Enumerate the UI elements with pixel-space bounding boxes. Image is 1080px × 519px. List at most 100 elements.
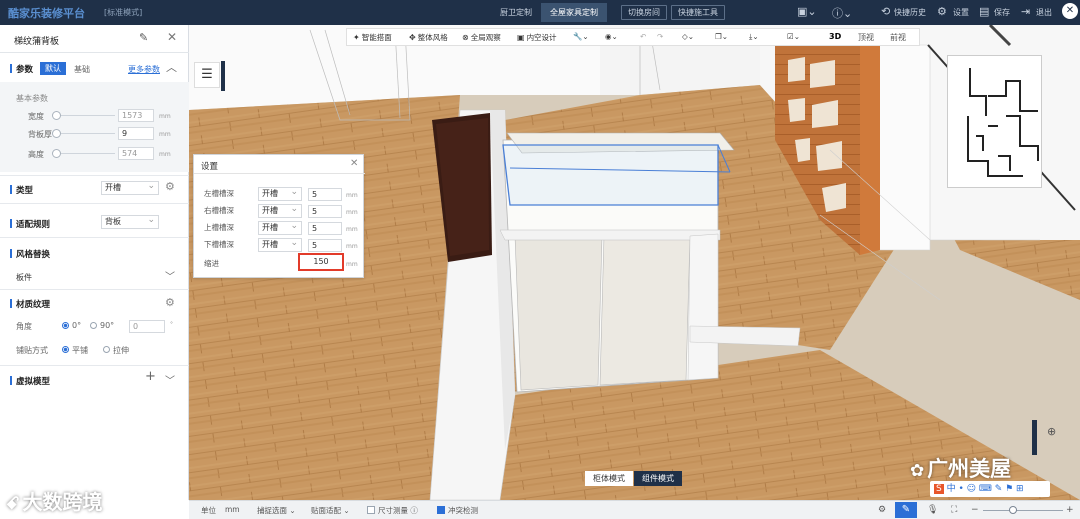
save-icon[interactable]: ▤ — [979, 5, 989, 18]
switch-room-button[interactable]: 切换房间 — [621, 5, 667, 20]
panel-collapse-handle[interactable] — [221, 61, 225, 91]
layer-list-icon[interactable]: ☰ — [194, 62, 220, 88]
tab-front-view[interactable]: 前视 — [890, 32, 906, 43]
angle-field[interactable]: 0 — [129, 320, 165, 333]
top-bar: 酷家乐装修平台 [标准模式] 厨卫定制 全屋家具定制 切换房间 快捷施工具 ▣⌄… — [0, 0, 1080, 25]
height-slider-knob[interactable] — [52, 149, 61, 158]
stretch-label: 拉伸 — [113, 346, 129, 355]
edit-icon[interactable]: ✎ — [139, 31, 148, 44]
stretch-radio[interactable] — [103, 346, 110, 353]
mic-icon[interactable]: 🎙 — [927, 505, 938, 515]
divider — [0, 237, 189, 238]
indent-field[interactable]: 150 — [298, 253, 344, 271]
smart-layout-button[interactable]: ✦ 智能搭面 — [353, 32, 392, 43]
save-label[interactable]: 保存 — [994, 7, 1010, 18]
right-groove-select[interactable]: 开槽 — [258, 203, 302, 218]
fullscreen-icon[interactable]: ⛶ — [951, 505, 957, 515]
settings-small-icon[interactable]: ⚙ — [878, 505, 886, 515]
wechat-icon: ✿ — [910, 461, 925, 481]
app-mode: [标准模式] — [104, 8, 143, 17]
thickness-field[interactable]: 9 — [118, 127, 154, 140]
minimap[interactable] — [947, 55, 1042, 188]
tab-top-view[interactable]: 顶视 — [858, 32, 874, 43]
bottom-groove-select[interactable]: 开槽 — [258, 237, 302, 252]
advanced-params-link[interactable]: 更多参数 — [128, 64, 160, 75]
tile-radio[interactable] — [62, 346, 69, 353]
unit-value[interactable]: mm — [225, 505, 240, 514]
zoom-fit-icon[interactable]: ⊕ — [1047, 425, 1056, 438]
collision-checkbox — [437, 506, 445, 514]
top-groove-select[interactable]: 开槽 — [258, 220, 302, 235]
close-panel-icon[interactable]: ✕ — [167, 30, 177, 44]
redo-icon[interactable]: ↷ — [657, 32, 663, 41]
history-label[interactable]: 快捷历史 — [894, 7, 926, 18]
overall-style-button[interactable]: ✥ 整体风格 — [409, 32, 448, 43]
thickness-unit: mm — [159, 131, 171, 138]
type-settings-icon[interactable]: ⚙ — [165, 180, 175, 193]
tab-kitchen-bath[interactable]: 厨卫定制 — [491, 3, 541, 22]
width-slider[interactable] — [61, 115, 115, 116]
help-icon[interactable]: ⓘ⌄ — [832, 5, 852, 21]
thickness-slider[interactable] — [61, 133, 115, 134]
save-menu-icon[interactable]: ▣⌄ — [797, 5, 817, 18]
tab-3d[interactable]: 3D — [829, 32, 841, 41]
width-field[interactable]: 1573 — [118, 109, 154, 122]
match-rule-select[interactable]: 背板 — [101, 214, 159, 229]
tools-menu-icon[interactable]: 🔧⌄ — [573, 32, 589, 41]
snap-select[interactable]: 捕捉选面 ⌄ — [257, 505, 296, 516]
pen-tool-icon[interactable]: ✎ — [895, 502, 917, 518]
chevron-down-icon[interactable]: ﹀ — [165, 268, 175, 283]
top-groove-field[interactable]: 5 — [308, 222, 342, 235]
history-icon[interactable]: ⟲ — [881, 5, 890, 18]
style-replace-board[interactable]: 板件 — [16, 272, 32, 283]
left-groove-field[interactable]: 5 — [308, 188, 342, 201]
tab-default[interactable]: 默认 — [40, 62, 66, 75]
gear-icon[interactable]: ⚙ — [937, 5, 947, 18]
eye-icon[interactable]: ◉⌄ — [605, 32, 618, 41]
dialog-close-icon[interactable]: ✕ — [350, 158, 358, 169]
height-slider[interactable] — [61, 153, 115, 154]
zoom-out-icon[interactable]: − — [971, 505, 979, 515]
zoom-slider[interactable] — [983, 510, 1063, 511]
right-panel-handle[interactable] — [1032, 420, 1037, 455]
adapt-select[interactable]: 贴面适配 ⌄ — [311, 505, 350, 516]
chevron-down-icon[interactable]: ﹀ — [165, 372, 175, 387]
settings-label[interactable]: 设置 — [953, 7, 969, 18]
width-slider-knob[interactable] — [52, 111, 61, 120]
eraser-icon[interactable]: ◇⌄ — [682, 32, 694, 41]
interior-design-button[interactable]: ▣ 内空设计 — [517, 32, 557, 43]
watermark-right: ✿ 广州美屋 — [910, 453, 1011, 483]
dimension-toggle[interactable]: 尺寸测量 ⓘ — [367, 505, 418, 516]
quick-tool-button[interactable]: 快捷施工具 — [671, 5, 725, 20]
material-settings-icon[interactable]: ⚙ — [165, 296, 175, 309]
tab-basic[interactable]: 基础 — [74, 64, 90, 75]
copy-icon[interactable]: ❐⌄ — [715, 32, 728, 41]
download-icon[interactable]: ⤓⌄ — [749, 32, 759, 42]
tab-whole-house[interactable]: 全屋家具定制 — [541, 3, 607, 22]
status-bar: 单位 mm 捕捉选面 ⌄ 贴面适配 ⌄ 尺寸测量 ⓘ 冲突检测 ⚙ ✎ 🎙 ⛶ … — [189, 500, 1080, 519]
left-groove-select[interactable]: 开槽 — [258, 186, 302, 201]
angle-0-radio[interactable] — [62, 322, 69, 329]
cabinet-mode-button[interactable]: 柜体模式 — [585, 471, 633, 486]
bottom-groove-field[interactable]: 5 — [308, 239, 342, 252]
width-label: 宽度 — [28, 112, 44, 121]
zoom-slider-knob[interactable] — [1009, 506, 1017, 514]
type-select[interactable]: 开槽 — [101, 180, 159, 195]
bottom-groove-label: 下槽槽深 — [204, 240, 234, 249]
selected-back-panel[interactable] — [502, 144, 719, 206]
check-icon[interactable]: ☑⌄ — [787, 32, 800, 41]
collision-toggle[interactable]: 冲突检测 — [437, 505, 478, 516]
add-icon[interactable]: + — [145, 369, 156, 384]
component-mode-button[interactable]: 组件模式 — [634, 471, 682, 486]
height-field[interactable]: 574 — [118, 147, 154, 160]
thickness-slider-knob[interactable] — [52, 129, 61, 138]
exit-icon[interactable]: ⇥ — [1021, 5, 1030, 18]
close-icon[interactable]: ✕ — [1062, 3, 1078, 19]
chevron-up-icon[interactable]: ︿ — [166, 59, 177, 75]
zoom-in-icon[interactable]: + — [1066, 505, 1074, 515]
right-groove-field[interactable]: 5 — [308, 205, 342, 218]
angle-90-radio[interactable] — [90, 322, 97, 329]
global-view-button[interactable]: ⊗ 全局观察 — [462, 32, 501, 43]
exit-label[interactable]: 退出 — [1036, 7, 1052, 18]
undo-icon[interactable]: ↶ — [640, 32, 646, 41]
